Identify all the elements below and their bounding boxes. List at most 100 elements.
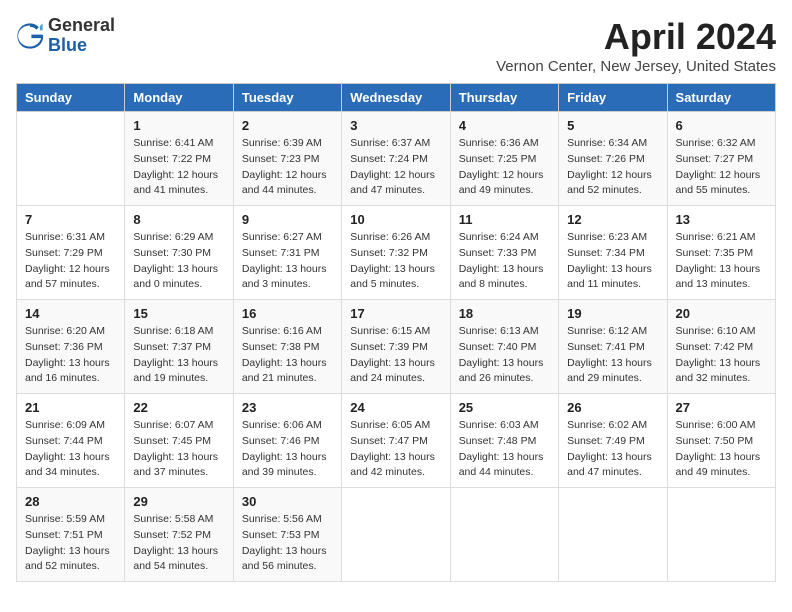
day-cell: 21 Sunrise: 6:09 AM Sunset: 7:44 PM Dayli… (17, 394, 125, 488)
day-number: 17 (350, 306, 441, 321)
day-number: 14 (25, 306, 116, 321)
day-cell: 9 Sunrise: 6:27 AM Sunset: 7:31 PM Daylig… (233, 206, 341, 300)
day-info: Sunrise: 6:16 AM Sunset: 7:38 PM Dayligh… (242, 324, 333, 387)
day-number: 2 (242, 118, 333, 133)
day-number: 7 (25, 212, 116, 227)
day-cell: 4 Sunrise: 6:36 AM Sunset: 7:25 PM Daylig… (450, 112, 558, 206)
column-header-saturday: Saturday (667, 84, 775, 112)
day-cell: 5 Sunrise: 6:34 AM Sunset: 7:26 PM Daylig… (559, 112, 667, 206)
day-number: 8 (133, 212, 224, 227)
week-row-1: 1 Sunrise: 6:41 AM Sunset: 7:22 PM Daylig… (17, 112, 776, 206)
day-number: 1 (133, 118, 224, 133)
location-title: Vernon Center, New Jersey, United States (496, 58, 776, 75)
day-number: 24 (350, 400, 441, 415)
day-cell: 18 Sunrise: 6:13 AM Sunset: 7:40 PM Dayli… (450, 300, 558, 394)
day-info: Sunrise: 6:15 AM Sunset: 7:39 PM Dayligh… (350, 324, 441, 387)
day-cell: 11 Sunrise: 6:24 AM Sunset: 7:33 PM Dayli… (450, 206, 558, 300)
day-number: 26 (567, 400, 658, 415)
day-info: Sunrise: 6:31 AM Sunset: 7:29 PM Dayligh… (25, 230, 116, 293)
day-cell: 24 Sunrise: 6:05 AM Sunset: 7:47 PM Dayli… (342, 394, 450, 488)
day-number: 11 (459, 212, 550, 227)
day-number: 28 (25, 494, 116, 509)
day-cell: 30 Sunrise: 5:56 AM Sunset: 7:53 PM Dayli… (233, 488, 341, 582)
day-cell: 17 Sunrise: 6:15 AM Sunset: 7:39 PM Dayli… (342, 300, 450, 394)
day-info: Sunrise: 6:09 AM Sunset: 7:44 PM Dayligh… (25, 418, 116, 481)
day-number: 16 (242, 306, 333, 321)
day-info: Sunrise: 6:32 AM Sunset: 7:27 PM Dayligh… (676, 136, 767, 199)
header-row: SundayMondayTuesdayWednesdayThursdayFrid… (17, 84, 776, 112)
day-info: Sunrise: 6:26 AM Sunset: 7:32 PM Dayligh… (350, 230, 441, 293)
day-cell: 15Sunrise: 6:18 AM Sunset: 7:37 PM Dayli… (125, 300, 233, 394)
day-cell (342, 488, 450, 582)
day-number: 22 (133, 400, 224, 415)
day-cell: 3 Sunrise: 6:37 AM Sunset: 7:24 PM Daylig… (342, 112, 450, 206)
day-info: Sunrise: 6:10 AM Sunset: 7:42 PM Dayligh… (676, 324, 767, 387)
day-number: 13 (676, 212, 767, 227)
day-cell: 6Sunrise: 6:32 AM Sunset: 7:27 PM Daylig… (667, 112, 775, 206)
day-cell: 7 Sunrise: 6:31 AM Sunset: 7:29 PM Daylig… (17, 206, 125, 300)
day-cell (450, 488, 558, 582)
page-header: General Blue April 2024 Vernon Center, N… (16, 16, 776, 75)
day-info: Sunrise: 6:00 AM Sunset: 7:50 PM Dayligh… (676, 418, 767, 481)
day-number: 9 (242, 212, 333, 227)
logo-general-text: General (48, 16, 115, 36)
day-number: 4 (459, 118, 550, 133)
day-info: Sunrise: 6:29 AM Sunset: 7:30 PM Dayligh… (133, 230, 224, 293)
day-number: 23 (242, 400, 333, 415)
day-number: 30 (242, 494, 333, 509)
day-number: 20 (676, 306, 767, 321)
day-number: 3 (350, 118, 441, 133)
day-cell: 25Sunrise: 6:03 AM Sunset: 7:48 PM Dayli… (450, 394, 558, 488)
day-number: 25 (459, 400, 550, 415)
day-info: Sunrise: 6:41 AM Sunset: 7:22 PM Dayligh… (133, 136, 224, 199)
day-cell (667, 488, 775, 582)
day-number: 21 (25, 400, 116, 415)
day-number: 18 (459, 306, 550, 321)
day-cell: 26 Sunrise: 6:02 AM Sunset: 7:49 PM Dayli… (559, 394, 667, 488)
day-info: Sunrise: 6:27 AM Sunset: 7:31 PM Dayligh… (242, 230, 333, 293)
logo: General Blue (16, 16, 115, 56)
week-row-2: 7 Sunrise: 6:31 AM Sunset: 7:29 PM Daylig… (17, 206, 776, 300)
day-cell: 19Sunrise: 6:12 AM Sunset: 7:41 PM Dayli… (559, 300, 667, 394)
column-header-tuesday: Tuesday (233, 84, 341, 112)
day-cell: 13Sunrise: 6:21 AM Sunset: 7:35 PM Dayli… (667, 206, 775, 300)
day-info: Sunrise: 6:34 AM Sunset: 7:26 PM Dayligh… (567, 136, 658, 199)
day-number: 10 (350, 212, 441, 227)
day-info: Sunrise: 6:07 AM Sunset: 7:45 PM Dayligh… (133, 418, 224, 481)
day-info: Sunrise: 6:37 AM Sunset: 7:24 PM Dayligh… (350, 136, 441, 199)
day-number: 27 (676, 400, 767, 415)
logo-blue-text: Blue (48, 36, 115, 56)
month-title: April 2024 (496, 16, 776, 58)
column-header-sunday: Sunday (17, 84, 125, 112)
day-cell: 28Sunrise: 5:59 AM Sunset: 7:51 PM Dayli… (17, 488, 125, 582)
day-info: Sunrise: 6:24 AM Sunset: 7:33 PM Dayligh… (459, 230, 550, 293)
day-cell: 22 Sunrise: 6:07 AM Sunset: 7:45 PM Dayli… (125, 394, 233, 488)
day-info: Sunrise: 6:18 AM Sunset: 7:37 PM Dayligh… (133, 324, 224, 387)
column-header-friday: Friday (559, 84, 667, 112)
day-cell: 27 Sunrise: 6:00 AM Sunset: 7:50 PM Dayli… (667, 394, 775, 488)
column-header-thursday: Thursday (450, 84, 558, 112)
day-info: Sunrise: 6:39 AM Sunset: 7:23 PM Dayligh… (242, 136, 333, 199)
title-block: April 2024 Vernon Center, New Jersey, Un… (496, 16, 776, 75)
day-info: Sunrise: 5:56 AM Sunset: 7:53 PM Dayligh… (242, 512, 333, 575)
day-info: Sunrise: 6:13 AM Sunset: 7:40 PM Dayligh… (459, 324, 550, 387)
day-info: Sunrise: 6:23 AM Sunset: 7:34 PM Dayligh… (567, 230, 658, 293)
day-cell: 16 Sunrise: 6:16 AM Sunset: 7:38 PM Dayli… (233, 300, 341, 394)
week-row-4: 21 Sunrise: 6:09 AM Sunset: 7:44 PM Dayli… (17, 394, 776, 488)
day-info: Sunrise: 6:20 AM Sunset: 7:36 PM Dayligh… (25, 324, 116, 387)
day-cell: 1 Sunrise: 6:41 AM Sunset: 7:22 PM Daylig… (125, 112, 233, 206)
day-info: Sunrise: 6:36 AM Sunset: 7:25 PM Dayligh… (459, 136, 550, 199)
column-header-wednesday: Wednesday (342, 84, 450, 112)
column-header-monday: Monday (125, 84, 233, 112)
logo-icon (16, 22, 44, 50)
day-info: Sunrise: 6:05 AM Sunset: 7:47 PM Dayligh… (350, 418, 441, 481)
day-cell (17, 112, 125, 206)
day-cell: 20 Sunrise: 6:10 AM Sunset: 7:42 PM Dayli… (667, 300, 775, 394)
week-row-5: 28Sunrise: 5:59 AM Sunset: 7:51 PM Dayli… (17, 488, 776, 582)
day-number: 12 (567, 212, 658, 227)
logo-text: General Blue (48, 16, 115, 56)
day-number: 5 (567, 118, 658, 133)
day-info: Sunrise: 6:02 AM Sunset: 7:49 PM Dayligh… (567, 418, 658, 481)
day-cell: 8 Sunrise: 6:29 AM Sunset: 7:30 PM Daylig… (125, 206, 233, 300)
day-info: Sunrise: 6:12 AM Sunset: 7:41 PM Dayligh… (567, 324, 658, 387)
